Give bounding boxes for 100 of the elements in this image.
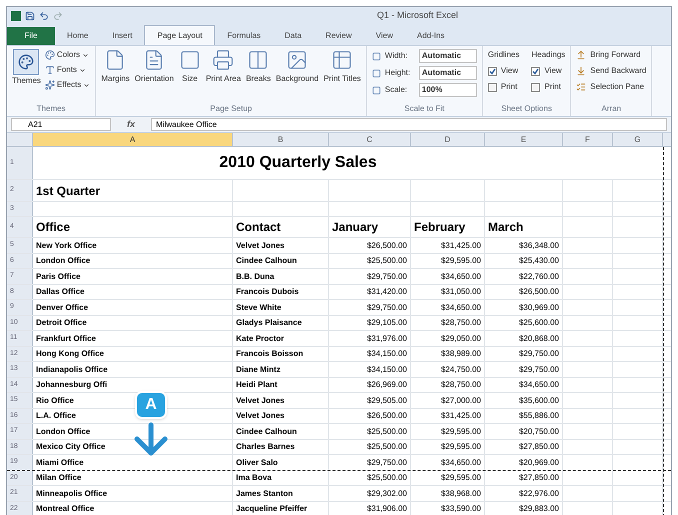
column-header[interactable]: D xyxy=(411,133,485,146)
table-cell: Velvet Jones xyxy=(236,394,284,406)
arrange-button[interactable]: Bring Forward xyxy=(576,49,646,61)
ribbon-tab[interactable]: Page Layout xyxy=(144,25,216,45)
callout-badge: A xyxy=(135,391,167,419)
table-cell-text: Contact xyxy=(236,219,281,236)
ribbon-button-icon xyxy=(331,49,354,71)
table-cell: Dallas Office xyxy=(36,286,84,298)
dropdown-caret-icon xyxy=(78,66,86,74)
table-cell: Mexico City Office xyxy=(36,441,106,453)
table-cell: $25,430.00 xyxy=(518,255,559,267)
option-label: Print xyxy=(500,81,518,93)
table-cell: $25,500.00 xyxy=(366,472,407,484)
scale-label: Height: xyxy=(384,67,412,79)
function-label[interactable]: fx xyxy=(115,118,148,132)
formula-field[interactable]: Milwaukee Office xyxy=(151,118,667,131)
column-header[interactable]: C xyxy=(329,133,411,146)
table-cell: $34,650.00 xyxy=(518,379,559,391)
scale-field[interactable]: 100% xyxy=(418,83,477,97)
ribbon-button[interactable]: Breaks xyxy=(246,49,271,83)
option-heading: Gridlines xyxy=(488,49,520,61)
table-cell: $20,868.00 xyxy=(518,332,559,344)
table-cell: Johannesburg Offi xyxy=(36,379,108,391)
table-cell: $31,906.00 xyxy=(366,503,407,515)
ribbon-tab[interactable]: Formulas xyxy=(215,27,273,45)
arrange-button[interactable]: Send Backward xyxy=(576,65,646,77)
table-cell: $27,000.00 xyxy=(440,394,481,406)
scale-field[interactable]: Automatic xyxy=(418,49,477,63)
check-icon xyxy=(488,68,496,74)
ribbon-tab[interactable]: Insert xyxy=(100,27,144,45)
table-cell: Hong Kong Office xyxy=(36,348,104,360)
table-cell: Minneapolis Office xyxy=(36,488,108,500)
table-cell: $28,750.00 xyxy=(440,317,481,329)
ribbon-button-icon xyxy=(212,49,234,71)
ribbon-button[interactable]: Orientation xyxy=(134,49,174,83)
table-cell: $31,425.00 xyxy=(440,410,481,422)
table-cell: $25,500.00 xyxy=(366,426,407,438)
table-cell: $38,968.00 xyxy=(440,488,481,500)
theme-option-button[interactable]: Colors xyxy=(44,49,90,61)
scale-field[interactable]: Automatic xyxy=(418,66,477,80)
table-cell: Kate Proctor xyxy=(236,332,284,344)
table-cell: Denver Office xyxy=(36,302,88,314)
ribbon-tab[interactable]: Data xyxy=(272,27,314,45)
ribbon-tab[interactable]: View xyxy=(364,27,405,45)
dropdown-caret-icon xyxy=(83,82,90,88)
table-cell: $55,886.00 xyxy=(518,410,559,422)
table-cell: $20,969.00 xyxy=(518,456,559,468)
table-cell: London Office xyxy=(36,255,90,267)
table-cell: James Stanton xyxy=(236,488,293,500)
table-cell: $29,750.00 xyxy=(366,270,407,282)
ribbon-button[interactable]: Background xyxy=(276,49,319,83)
table-cell: $29,750.00 xyxy=(366,302,407,314)
table-cell: $29,595.00 xyxy=(440,255,481,267)
window-title: Q1 - Microsoft Excel xyxy=(377,9,458,22)
ribbon-button[interactable]: Size xyxy=(178,49,201,83)
ribbon-tab[interactable]: Review xyxy=(314,27,364,45)
table-cell: Oliver Salo xyxy=(236,456,278,468)
option-label: Print xyxy=(544,81,561,93)
save-icon[interactable] xyxy=(25,11,35,21)
theme-option-button[interactable]: Fonts xyxy=(44,64,90,76)
check-icon xyxy=(532,68,540,74)
table-cell: $34,150.00 xyxy=(366,348,407,360)
table-cell: $38,989.00 xyxy=(440,348,481,360)
ribbon-tab[interactable]: Add-Ins xyxy=(404,27,457,45)
table-cell: $29,595.00 xyxy=(440,426,481,438)
column-header[interactable]: E xyxy=(485,133,563,146)
table-cell-text: February xyxy=(414,219,466,236)
group-label: Page Setup xyxy=(209,103,253,115)
table-cell: $25,600.00 xyxy=(518,317,559,329)
column-header[interactable]: A xyxy=(33,133,233,146)
table-cell: $29,595.00 xyxy=(440,472,481,484)
ribbon-button[interactable]: Print Area xyxy=(206,49,241,83)
dropdown-caret-icon xyxy=(82,52,90,58)
checkbox[interactable] xyxy=(488,66,497,76)
sheet-title: 2010 Quarterly Sales xyxy=(219,153,377,173)
column-header[interactable]: B xyxy=(233,133,329,146)
column-header[interactable]: F xyxy=(563,133,613,146)
table-cell: $20,750.00 xyxy=(518,426,559,438)
checkbox[interactable] xyxy=(488,82,497,92)
ribbon-button[interactable]: Print Titles xyxy=(324,49,361,83)
ribbon-tab[interactable]: Home xyxy=(55,27,100,45)
group-label: Scale to Fit xyxy=(403,103,446,115)
table-cell: $22,976.00 xyxy=(518,488,559,500)
table-cell: Montreal Office xyxy=(36,503,94,515)
checkbox[interactable] xyxy=(531,66,540,76)
option-heading: Headings xyxy=(531,49,566,61)
theme-option-button[interactable]: Effects xyxy=(44,79,90,91)
arrange-icon xyxy=(576,50,586,60)
table-cell: Diane Mintz xyxy=(236,364,280,376)
ribbon-tab[interactable]: File xyxy=(7,27,55,45)
ribbon-button-icon xyxy=(247,49,270,71)
checkbox[interactable] xyxy=(531,82,540,92)
arrange-button[interactable]: Selection Pane xyxy=(576,81,646,93)
column-header[interactable]: G xyxy=(613,133,663,146)
ribbon-button[interactable]: Margins xyxy=(101,49,130,83)
table-cell: Miami Office xyxy=(36,456,84,468)
name-box[interactable]: A21 xyxy=(11,118,111,131)
undo-icon[interactable] xyxy=(39,11,49,21)
table-cell: Velvet Jones xyxy=(236,410,284,422)
scale-label: Scale: xyxy=(384,84,408,96)
